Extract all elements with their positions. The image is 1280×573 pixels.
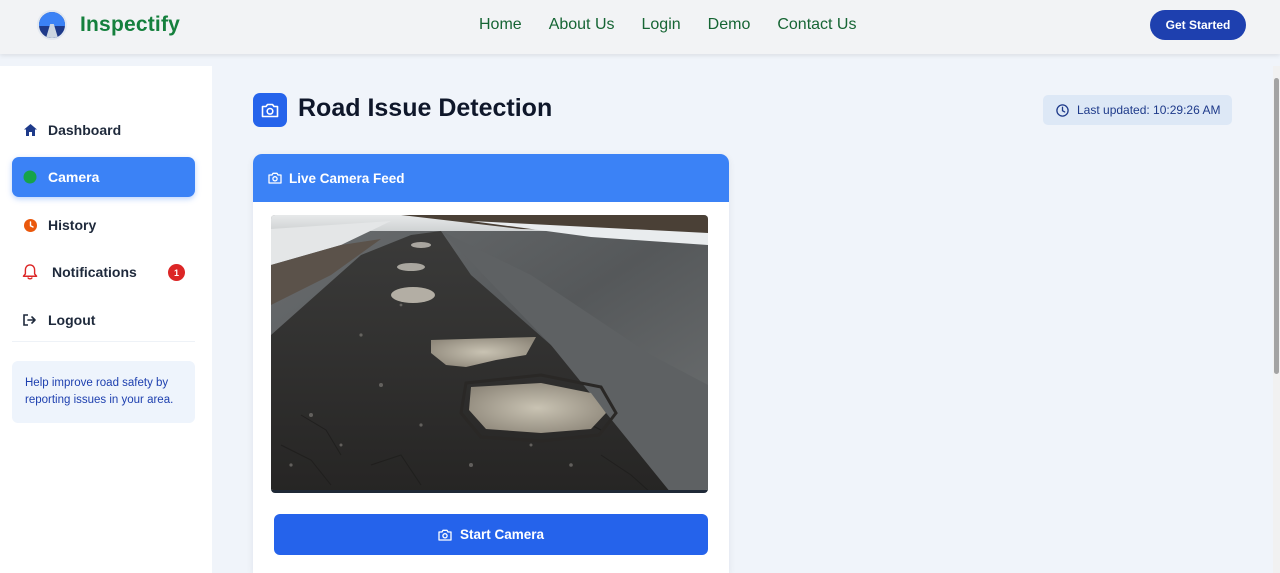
clock-outline-icon [1056, 103, 1069, 117]
sidebar-item-label: History [48, 217, 97, 233]
sidebar-item-logout[interactable]: Logout [12, 300, 195, 340]
notification-count-badge: 1 [168, 264, 185, 281]
sidebar-item-notifications[interactable]: Notifications 1 [12, 252, 195, 292]
sidebar-item-dashboard[interactable]: Dashboard [12, 110, 195, 150]
camera-icon [268, 172, 282, 184]
camera-dot-icon [22, 170, 38, 184]
camera-feed-image [271, 215, 708, 493]
start-camera-button[interactable]: Start Camera [274, 514, 708, 555]
nav-link-login[interactable]: Login [642, 16, 681, 34]
scrollbar-thumb[interactable] [1274, 78, 1279, 374]
bell-icon [22, 263, 38, 281]
clock-icon [22, 218, 38, 232]
top-navbar: Inspectify Home About Us Login Demo Cont… [0, 0, 1280, 54]
sidebar: Dashboard Camera History Notifications 1… [0, 66, 212, 573]
nav-link-demo[interactable]: Demo [708, 16, 751, 34]
sidebar-item-label: Dashboard [48, 122, 122, 138]
card-header-title: Live Camera Feed [289, 170, 405, 186]
card-header: Live Camera Feed [253, 154, 729, 202]
brand-logo-icon [37, 10, 67, 40]
sidebar-item-label: Camera [48, 169, 100, 185]
sidebar-divider [12, 341, 195, 342]
brand[interactable]: Inspectify [37, 10, 180, 40]
help-box: Help improve road safety by reporting is… [12, 361, 195, 423]
sidebar-item-label: Logout [48, 312, 96, 328]
sidebar-item-camera[interactable]: Camera [12, 157, 195, 197]
home-icon [22, 124, 38, 136]
camera-icon [438, 529, 452, 541]
start-camera-label: Start Camera [459, 527, 545, 542]
page-title: Road Issue Detection [298, 94, 553, 122]
sidebar-item-history[interactable]: History [12, 205, 195, 245]
nav-link-home[interactable]: Home [479, 16, 522, 34]
nav-link-contact[interactable]: Contact Us [777, 16, 856, 34]
last-updated-text: Last updated: 10:29:26 AM [1077, 103, 1221, 117]
sidebar-item-label: Notifications [52, 264, 137, 280]
brand-name: Inspectify [80, 13, 181, 36]
page-scrollbar[interactable] [1273, 66, 1280, 573]
get-started-button[interactable]: Get Started [1150, 10, 1246, 40]
camera-icon [253, 93, 287, 127]
camera-card: Live Camera Feed Start Camera [253, 154, 729, 573]
last-updated-badge: Last updated: 10:29:26 AM [1043, 95, 1232, 125]
nav-link-about[interactable]: About Us [549, 16, 615, 34]
nav-links: Home About Us Login Demo Contact Us [479, 16, 883, 34]
logout-icon [22, 314, 38, 326]
